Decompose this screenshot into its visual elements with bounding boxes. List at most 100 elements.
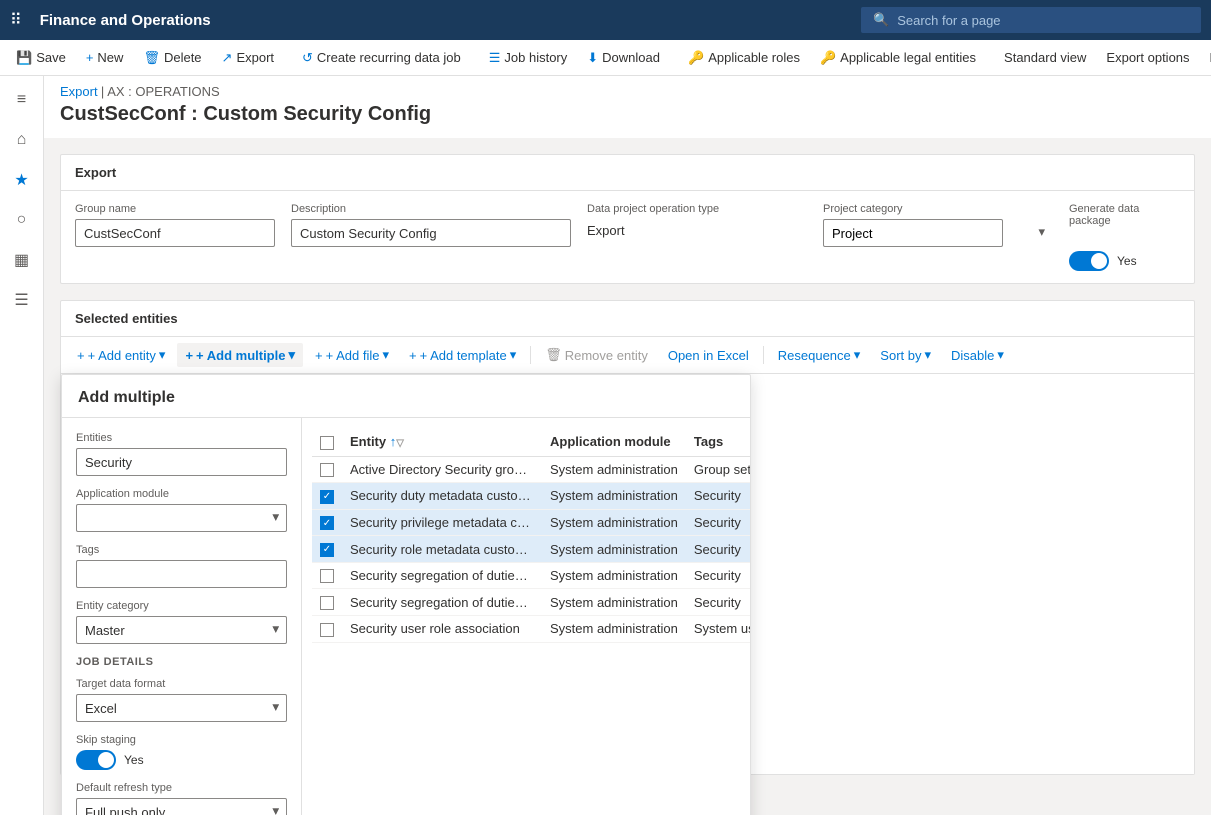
delete-icon: 🗑 — [143, 50, 160, 66]
entity-category-label: Entity category — [76, 600, 287, 612]
add-file-button[interactable]: + + Add file ▾ — [307, 343, 397, 367]
roles-icon: 🔑 — [688, 50, 704, 66]
app-module-3: System administration — [542, 509, 686, 536]
default-refresh-select[interactable]: Full push only — [76, 798, 287, 815]
table-row: Security role metadata customizations en… — [312, 536, 750, 563]
entity-table: Entity ↑▽ Application module Tags Entity… — [312, 428, 750, 643]
table-row: Security segregation of duties conflict … — [312, 562, 750, 589]
project-category-field: Project category Project ▾ — [823, 203, 1053, 247]
delete-button[interactable]: 🗑 Delete — [135, 46, 209, 70]
entity-category-select[interactable]: Master — [76, 616, 287, 644]
target-data-format-field: Target data format Excel ▾ — [76, 678, 287, 722]
operation-type-value: Export — [587, 219, 807, 247]
export-options-button[interactable]: Export options — [1098, 46, 1197, 69]
breadcrumb: Export | AX : OPERATIONS — [60, 84, 1195, 99]
resequence-button[interactable]: Resequence ▾ — [770, 343, 869, 367]
new-button[interactable]: + New — [78, 46, 132, 69]
app-module-select[interactable] — [76, 504, 287, 532]
app-module-5: System administration — [542, 562, 686, 589]
add-multiple-button[interactable]: + + Add multiple ▾ — [177, 343, 303, 367]
applicable-legal-button[interactable]: 🔑 Applicable legal entities — [812, 46, 984, 70]
search-bar: 🔍 — [861, 7, 1201, 33]
generate-data-package-toggle[interactable] — [1069, 251, 1109, 271]
group-name-input[interactable] — [75, 219, 275, 247]
target-format-select[interactable]: Excel — [76, 694, 287, 722]
header-tags[interactable]: Tags — [686, 428, 750, 456]
sidebar-star[interactable]: ★ — [6, 164, 38, 196]
row-check-6[interactable] — [312, 589, 342, 616]
add-entity-button[interactable]: + + Add entity ▾ — [69, 343, 173, 367]
row-check-1[interactable] — [312, 456, 342, 483]
job-history-button[interactable]: ☰ Job history — [481, 46, 576, 70]
download-button[interactable]: ⬇ Download — [579, 46, 668, 70]
table-header-row: Entity ↑▽ Application module Tags Entity… — [312, 428, 750, 456]
project-category-chevron: ▾ — [1038, 224, 1045, 240]
row-check-3[interactable] — [312, 509, 342, 536]
open-in-excel-button[interactable]: Open in Excel — [660, 344, 757, 367]
table-row: Security privilege metadata customizatio… — [312, 509, 750, 536]
row-check-4[interactable] — [312, 536, 342, 563]
applicable-roles-button[interactable]: 🔑 Applicable roles — [680, 46, 808, 70]
project-category-select[interactable]: Project — [823, 219, 1003, 247]
save-button[interactable]: 💾 Save — [8, 46, 74, 70]
skip-staging-field: Skip staging Yes — [76, 734, 287, 770]
row-check-2[interactable] — [312, 483, 342, 510]
action-bar: 💾 Save + New 🗑 Delete ↗ Export ↺ Create … — [0, 40, 1211, 76]
description-input[interactable] — [291, 219, 571, 247]
waffle-icon[interactable]: ⠿ — [10, 10, 22, 30]
tags-input[interactable] — [76, 560, 287, 588]
standard-view-button[interactable]: Standard view — [996, 46, 1094, 69]
skip-staging-row: Yes — [76, 750, 287, 770]
sidebar-home[interactable]: ⌂ — [6, 124, 38, 156]
export-section: Export Group name Description Data proje… — [60, 154, 1195, 284]
add-template-icon: + — [409, 348, 417, 363]
entities-filter-input[interactable] — [76, 448, 287, 476]
header-check[interactable] — [312, 428, 342, 456]
entity-table-body: Active Directory Security groups System … — [312, 456, 750, 642]
default-refresh-field: Default refresh type Full push only ▾ — [76, 782, 287, 815]
ma-button[interactable]: Ma — [1202, 46, 1211, 69]
add-template-button[interactable]: + + Add template ▾ — [401, 343, 524, 367]
create-recurring-button[interactable]: ↺ Create recurring data job — [294, 46, 469, 70]
export-section-header: Export — [61, 155, 1194, 191]
sidebar-list[interactable]: ☰ — [6, 284, 38, 316]
add-file-chevron: ▾ — [382, 347, 389, 363]
remove-entity-icon: 🗑 — [545, 347, 562, 363]
panel-title: Add multiple — [62, 375, 750, 418]
resequence-chevron: ▾ — [854, 347, 861, 363]
export-button[interactable]: ↗ Export — [214, 46, 282, 70]
skip-staging-yes: Yes — [124, 753, 144, 767]
save-icon: 💾 — [16, 50, 32, 66]
header-app-module[interactable]: Application module — [542, 428, 686, 456]
header-entity[interactable]: Entity ↑▽ — [342, 428, 542, 456]
generate-data-package-toggle-row: Yes — [1069, 231, 1180, 271]
remove-entity-button[interactable]: 🗑 Remove entity — [537, 343, 656, 367]
group-name-field: Group name — [75, 203, 275, 247]
entities-filter-field: Entities — [76, 432, 287, 476]
default-refresh-select-wrap: Full push only ▾ — [76, 798, 287, 815]
breadcrumb-parent[interactable]: Export — [60, 84, 98, 99]
table-row: Security segregation of duties rule Syst… — [312, 589, 750, 616]
search-input[interactable] — [897, 13, 1189, 28]
disable-button[interactable]: Disable ▾ — [943, 343, 1012, 367]
skip-staging-toggle[interactable] — [76, 750, 116, 770]
tags-5: Security — [686, 562, 750, 589]
sort-by-button[interactable]: Sort by ▾ — [872, 343, 939, 367]
sort-by-chevron: ▾ — [924, 347, 931, 363]
download-icon: ⬇ — [587, 50, 598, 66]
job-history-icon: ☰ — [489, 50, 501, 66]
sidebar-grid[interactable]: ▦ — [6, 244, 38, 276]
filter-entity-icon: ▽ — [396, 438, 404, 449]
app-module-select-wrap: ▾ — [76, 504, 287, 532]
default-refresh-label: Default refresh type — [76, 782, 287, 794]
entities-filter-label: Entities — [76, 432, 287, 444]
export-form: Group name Description Data project oper… — [61, 191, 1194, 283]
legal-icon: 🔑 — [820, 50, 836, 66]
app-module-field: Application module ▾ — [76, 488, 287, 532]
row-check-7[interactable] — [312, 615, 342, 642]
sidebar-hamburger[interactable]: ≡ — [6, 84, 38, 116]
table-panel-wrap: ✓ Entity Add multiple Entities — [61, 374, 1194, 774]
row-check-5[interactable] — [312, 562, 342, 589]
sidebar-clock[interactable]: ○ — [6, 204, 38, 236]
select-all-checkbox[interactable] — [320, 436, 334, 450]
